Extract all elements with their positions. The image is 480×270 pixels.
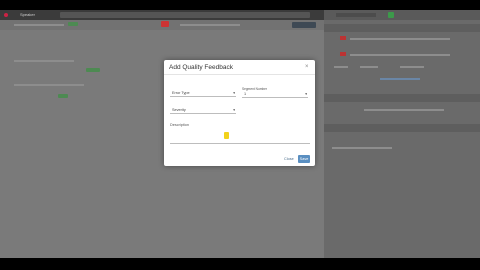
comments-section-header (324, 124, 480, 132)
error-type-select[interactable]: Error Type ▾ (170, 89, 236, 97)
feedback-line-3 (334, 66, 348, 68)
severity-placeholder: Severity (172, 108, 186, 112)
error-type-placeholder: Error Type (172, 91, 190, 95)
feedback-line-5 (400, 66, 424, 68)
right-toolbar-controls (336, 13, 376, 17)
comments-line (332, 147, 392, 149)
cursor-highlight (224, 132, 229, 139)
save-button[interactable]: Save (298, 155, 310, 163)
youtube-icon[interactable] (161, 21, 169, 27)
feedback-line-1 (350, 38, 450, 40)
segment-line-1 (14, 60, 74, 62)
cancel-button[interactable]: Close (284, 155, 294, 163)
feedback-line-2 (350, 54, 450, 56)
severity-select[interactable]: Severity ▾ (170, 106, 236, 114)
feedback-line-4 (360, 66, 378, 68)
flag-icon-1 (340, 36, 346, 40)
dialog-divider (164, 74, 315, 75)
app-screen: Speaker Add Quality Feedback × Error Typ… (0, 10, 480, 258)
window-controls (4, 13, 8, 17)
feedback-link[interactable] (380, 78, 420, 80)
chevron-down-icon: ▾ (305, 92, 307, 96)
toolbar-button[interactable] (292, 22, 316, 28)
right-panel (324, 10, 480, 258)
chevron-down-icon: ▾ (233, 108, 235, 112)
description-textarea[interactable] (170, 128, 310, 144)
status-badge (68, 22, 78, 26)
source-title-line (14, 24, 64, 26)
segment-number-value: 1 (244, 92, 247, 96)
feedback-section-header (324, 24, 480, 32)
browser-tab[interactable]: Speaker (20, 10, 35, 20)
browser-url-bar[interactable] (60, 12, 310, 18)
glossary-line (364, 109, 444, 111)
segment-line-2 (14, 84, 84, 86)
glossary-section-header (324, 94, 480, 102)
play-button-icon[interactable] (388, 12, 394, 18)
segment-badge-2 (58, 94, 68, 98)
flag-icon-2 (340, 52, 346, 56)
segment-badge-1 (86, 68, 100, 72)
target-title-line (180, 24, 240, 26)
segment-number-select[interactable]: 1 ▾ (242, 90, 308, 98)
chevron-down-icon: ▾ (233, 91, 235, 95)
add-quality-feedback-dialog: Add Quality Feedback × Error Type ▾ Segm… (164, 60, 315, 166)
dialog-title: Add Quality Feedback (169, 64, 233, 71)
close-icon[interactable]: × (305, 63, 309, 71)
